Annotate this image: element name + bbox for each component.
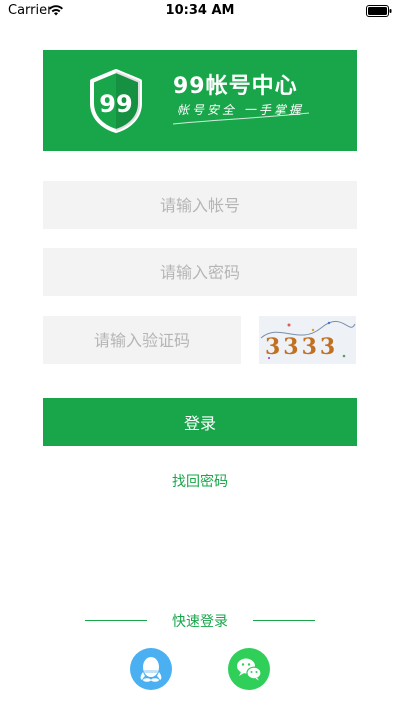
shield-logo-icon: 99 xyxy=(90,69,142,133)
captcha-graphic: 3333 xyxy=(260,321,356,360)
wechat-icon xyxy=(237,658,262,681)
quick-login-title: 快速登录 xyxy=(172,614,228,630)
captcha-image[interactable]: 3333 xyxy=(259,316,356,364)
account-input[interactable] xyxy=(43,181,357,229)
logo-text: 99 xyxy=(99,90,132,118)
divider-right xyxy=(253,620,315,621)
wechat-login-button[interactable] xyxy=(228,648,270,690)
status-bar: Carrier 10:34 AM xyxy=(0,0,400,22)
qq-login-button[interactable] xyxy=(130,648,172,690)
clock-label: 10:34 AM xyxy=(165,3,235,18)
captcha-chars: 3333 xyxy=(265,334,338,360)
qq-penguin-icon xyxy=(140,657,162,682)
captcha-input[interactable] xyxy=(43,316,241,364)
login-button[interactable]: 登录 xyxy=(43,398,357,446)
forgot-password-link[interactable]: 找回密码 xyxy=(0,471,400,491)
swoosh-decoration xyxy=(172,112,310,125)
battery-icon xyxy=(366,5,392,17)
account-center-banner: 99 99帐号中心 帐号安全 一手掌握 xyxy=(43,50,357,151)
password-input[interactable] xyxy=(43,248,357,296)
banner-title: 99帐号中心 xyxy=(173,74,298,99)
